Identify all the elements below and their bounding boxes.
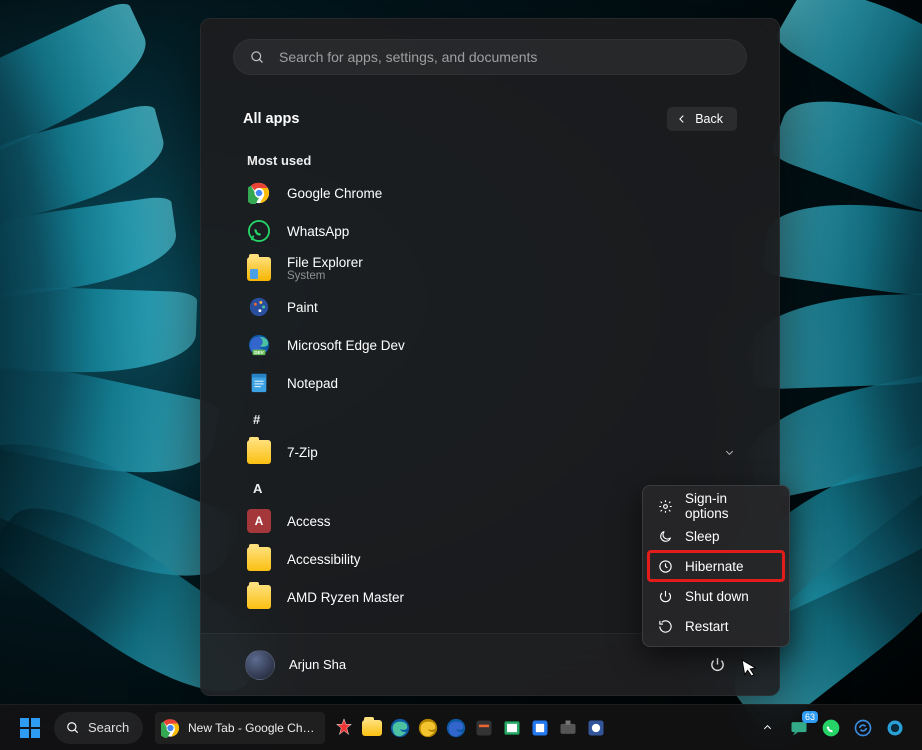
taskbar-edge-3[interactable] xyxy=(443,715,469,741)
chevron-left-icon xyxy=(677,114,687,124)
clock-icon xyxy=(658,559,673,574)
app-file-explorer[interactable]: File Explorer System xyxy=(243,250,757,288)
paint-icon xyxy=(247,295,271,319)
power-signin-options[interactable]: Sign-in options xyxy=(648,491,784,521)
search-icon xyxy=(250,50,265,65)
notepad-icon xyxy=(247,371,271,395)
cursor-icon xyxy=(740,657,759,679)
app-label: 7-Zip xyxy=(287,445,318,460)
restart-icon xyxy=(658,619,673,634)
app-label: Paint xyxy=(287,300,318,315)
edge-dev-icon: DEV xyxy=(247,333,271,357)
app-icon xyxy=(586,718,606,738)
app-label: File Explorer xyxy=(287,255,363,270)
taskbar-icon-10[interactable] xyxy=(583,715,609,741)
taskbar-icon-8[interactable] xyxy=(527,715,553,741)
user-avatar[interactable] xyxy=(245,650,275,680)
power-hibernate[interactable]: Hibernate xyxy=(648,551,784,581)
menu-label: Restart xyxy=(685,619,729,634)
app-whatsapp[interactable]: WhatsApp xyxy=(243,212,757,250)
taskbar-icon-9[interactable] xyxy=(555,715,581,741)
taskbar: Search New Tab - Google Chrom xyxy=(0,704,922,750)
search-icon xyxy=(66,721,80,735)
menu-label: Hibernate xyxy=(685,559,744,574)
section-most-used[interactable]: Most used xyxy=(247,153,757,168)
app-edge-dev[interactable]: DEV Microsoft Edge Dev xyxy=(243,326,757,364)
taskbar-file-explorer[interactable] xyxy=(359,715,385,741)
menu-label: Sleep xyxy=(685,529,720,544)
app-label: Google Chrome xyxy=(287,186,382,201)
task-label: New Tab - Google Chrom xyxy=(188,721,315,735)
app-google-chrome[interactable]: Google Chrome xyxy=(243,174,757,212)
chrome-icon xyxy=(161,718,180,738)
tray-app[interactable] xyxy=(882,715,908,741)
svg-text:DEV: DEV xyxy=(254,350,264,355)
folder-icon xyxy=(247,585,271,609)
taskbar-edge-1[interactable] xyxy=(387,715,413,741)
chrome-icon xyxy=(247,181,271,205)
power-menu: Sign-in options Sleep Hibernate Shut dow… xyxy=(642,485,790,647)
windows-logo-icon xyxy=(20,718,40,738)
sync-icon xyxy=(853,718,873,738)
power-icon xyxy=(658,589,673,604)
chevron-up-icon xyxy=(762,722,773,733)
start-button[interactable] xyxy=(10,711,50,745)
power-sleep[interactable]: Sleep xyxy=(648,521,784,551)
app-7zip[interactable]: 7-Zip xyxy=(243,433,757,471)
access-icon: A xyxy=(247,509,271,533)
app-icon xyxy=(474,718,494,738)
app-icon xyxy=(502,718,522,738)
whatsapp-icon xyxy=(821,718,841,738)
taskbar-icon-1[interactable] xyxy=(331,715,357,741)
app-label: Access xyxy=(287,514,331,529)
edge-icon xyxy=(389,717,411,739)
tray-whatsapp[interactable] xyxy=(818,715,844,741)
taskbar-chrome-window[interactable]: New Tab - Google Chrom xyxy=(155,712,325,744)
app-label: Microsoft Edge Dev xyxy=(287,338,405,353)
file-explorer-icon xyxy=(247,257,271,281)
taskbar-edge-2[interactable] xyxy=(415,715,441,741)
search-placeholder: Search for apps, settings, and documents xyxy=(279,49,537,65)
user-name[interactable]: Arjun Sha xyxy=(289,657,346,672)
menu-label: Sign-in options xyxy=(685,491,774,521)
power-restart[interactable]: Restart xyxy=(648,611,784,641)
power-icon xyxy=(709,656,726,673)
app-label: AMD Ryzen Master xyxy=(287,590,404,605)
app-notepad[interactable]: Notepad xyxy=(243,364,757,402)
chevron-down-icon xyxy=(724,447,735,458)
back-button[interactable]: Back xyxy=(667,107,737,131)
all-apps-title: All apps xyxy=(243,111,299,127)
power-button[interactable] xyxy=(699,647,735,683)
star-icon xyxy=(333,717,355,739)
app-label: Accessibility xyxy=(287,552,361,567)
edge-canary-icon xyxy=(417,717,439,739)
folder-icon xyxy=(362,720,382,736)
back-label: Back xyxy=(695,112,723,126)
folder-icon xyxy=(247,547,271,571)
tray-hidden-icons[interactable] xyxy=(754,715,780,741)
folder-icon xyxy=(247,440,271,464)
taskbar-icon-6[interactable] xyxy=(471,715,497,741)
app-label: Notepad xyxy=(287,376,338,391)
app-paint[interactable]: Paint xyxy=(243,288,757,326)
taskbar-icon-7[interactable] xyxy=(499,715,525,741)
search-input[interactable]: Search for apps, settings, and documents xyxy=(233,39,747,75)
tray-messages[interactable] xyxy=(786,715,812,741)
power-shutdown[interactable]: Shut down xyxy=(648,581,784,611)
circle-app-icon xyxy=(885,718,905,738)
taskbar-search[interactable]: Search xyxy=(54,712,143,744)
edge-dev-icon xyxy=(445,717,467,739)
messages-icon xyxy=(789,718,809,738)
app-sublabel: System xyxy=(287,270,363,283)
menu-label: Shut down xyxy=(685,589,749,604)
app-icon xyxy=(558,718,578,738)
moon-icon xyxy=(658,529,673,544)
tray-sync[interactable] xyxy=(850,715,876,741)
search-label: Search xyxy=(88,720,129,735)
whatsapp-icon xyxy=(247,219,271,243)
gear-icon xyxy=(658,499,673,514)
app-label: WhatsApp xyxy=(287,224,349,239)
app-icon xyxy=(530,718,550,738)
section-hash[interactable]: # xyxy=(253,412,757,427)
